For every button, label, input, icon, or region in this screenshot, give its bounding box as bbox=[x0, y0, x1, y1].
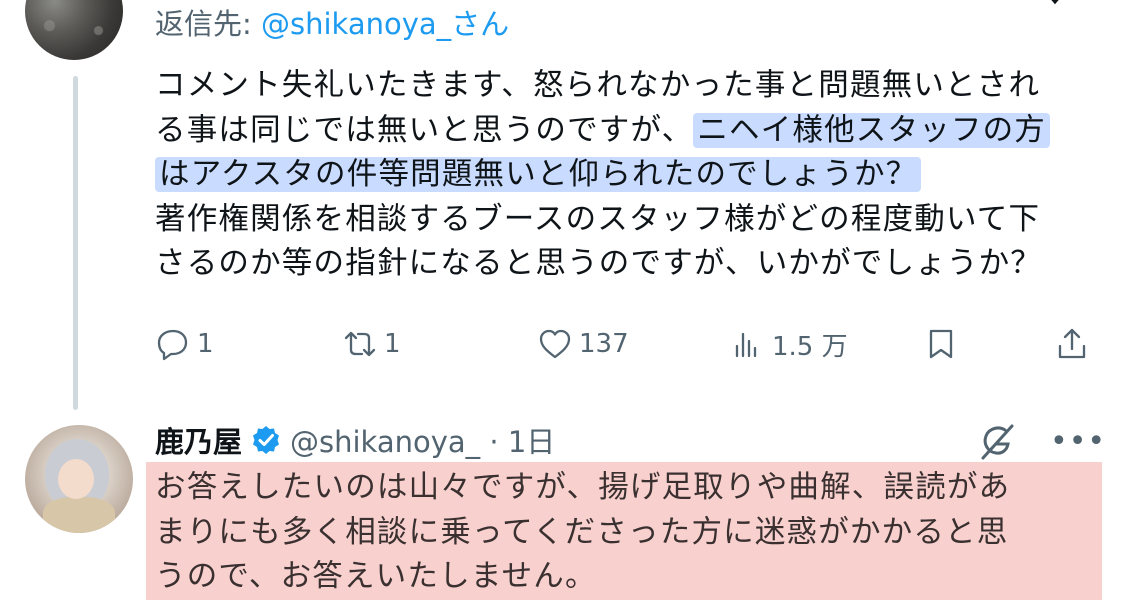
bookmark-icon bbox=[929, 329, 953, 359]
tweet-line: コメント失礼いたきます、怒られなかった事と問題無いとされ bbox=[155, 68, 1041, 103]
tweet-text: コメント失礼いたきます、怒られなかった事と問題無いとされ る事は同じでは無いと思… bbox=[155, 64, 1105, 287]
reply-to-prefix: 返信先: bbox=[155, 7, 261, 41]
reply-line: うので、お答えいたしません。 bbox=[155, 559, 597, 594]
share-button[interactable] bbox=[1054, 322, 1090, 366]
author-avatar[interactable] bbox=[25, 425, 133, 533]
close-icon[interactable] bbox=[1035, 0, 1075, 8]
action-bar: 1 1 137 1.5 万 bbox=[155, 322, 1095, 366]
reply-icon bbox=[157, 329, 188, 361]
tweet-line: はアクスタの件等問題無いと仰られたのでしょうか？ bbox=[155, 153, 1105, 198]
views-count: 1.5 万 bbox=[772, 331, 848, 362]
tweet-line: さるのか等の指針になると思うのですが、いかがでしょうか？ bbox=[155, 246, 1042, 281]
highlighted-text: はアクスタの件等問題無いと仰られたのでしょうか？ bbox=[155, 157, 922, 192]
tweet-line: 著作権関係を相談するブースのスタッフ様がどの程度動いて下 bbox=[155, 201, 1041, 237]
reply-line: お答えしたいのは山々ですが、揚げ足取りや曲解、誤読があ bbox=[155, 470, 1011, 505]
reply-count: 1 bbox=[197, 329, 214, 359]
retweet-count: 1 bbox=[384, 329, 401, 359]
tweet-line: る事は同じでは無いと思うのですが、 ニヘイ様他スタッフの方 bbox=[155, 109, 1105, 154]
highlighted-text: ニヘイ様他スタッフの方 bbox=[693, 112, 1050, 148]
retweet-icon bbox=[344, 331, 376, 357]
reply-context: 返信先: @shikanoya_さん bbox=[155, 4, 509, 44]
grok-icon[interactable] bbox=[975, 420, 1019, 464]
reply-header: 鹿乃屋 @shikanoya_ · 1日 bbox=[155, 420, 555, 460]
views-icon bbox=[735, 332, 757, 358]
share-icon bbox=[1058, 328, 1086, 359]
author-name[interactable]: 鹿乃屋 bbox=[155, 419, 242, 461]
retweet-button[interactable]: 1 bbox=[342, 322, 401, 366]
views-button[interactable]: 1.5 万 bbox=[730, 322, 848, 366]
like-count: 137 bbox=[579, 329, 629, 359]
reply-line: まりにも多く相談に乗ってくださった方に迷惑がかかると思 bbox=[155, 514, 1009, 550]
reply-button[interactable]: 1 bbox=[155, 322, 214, 366]
like-button[interactable]: 137 bbox=[537, 322, 629, 366]
reply-text: お答えしたいのは山々ですが、揚げ足取りや曲解、誤読があ まりにも多く相談に乗って… bbox=[155, 466, 1095, 600]
thread-line bbox=[73, 76, 78, 410]
verified-badge-icon bbox=[253, 426, 280, 454]
heart-icon bbox=[539, 329, 571, 359]
reply-to-handle[interactable]: @shikanoya_さん bbox=[261, 7, 509, 41]
replier-avatar[interactable] bbox=[25, 0, 123, 60]
author-handle-time[interactable]: @shikanoya_ · 1日 bbox=[290, 419, 555, 461]
bookmark-button[interactable] bbox=[923, 322, 959, 366]
more-options-icon[interactable]: ••• bbox=[1050, 424, 1105, 460]
